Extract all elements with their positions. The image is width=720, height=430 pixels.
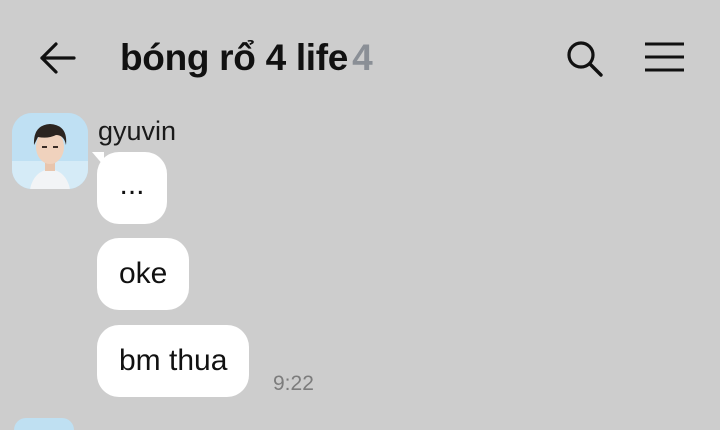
message-bubble[interactable]: bm thua — [97, 325, 250, 397]
arrow-left-icon — [40, 42, 76, 74]
search-icon — [567, 41, 603, 77]
message-bubble[interactable]: ... — [97, 152, 167, 224]
sender-avatar[interactable] — [12, 113, 88, 189]
message-bubble[interactable]: oke — [97, 238, 190, 310]
menu-button[interactable] — [640, 36, 688, 80]
avatar-photo — [12, 113, 88, 189]
search-button[interactable] — [562, 36, 606, 80]
chat-title: bóng rổ 4 life 4 — [120, 34, 373, 82]
group-name: bóng rổ 4 life — [120, 37, 349, 78]
next-sender-avatar — [14, 418, 74, 430]
hamburger-menu-icon — [645, 42, 684, 72]
chat-header: bóng rổ 4 life 4 — [0, 0, 720, 112]
member-count: 4 — [352, 37, 373, 78]
message-timestamp: 9:22 — [273, 372, 314, 395]
sender-name: gyuvin — [98, 116, 177, 146]
back-button[interactable] — [36, 36, 80, 80]
